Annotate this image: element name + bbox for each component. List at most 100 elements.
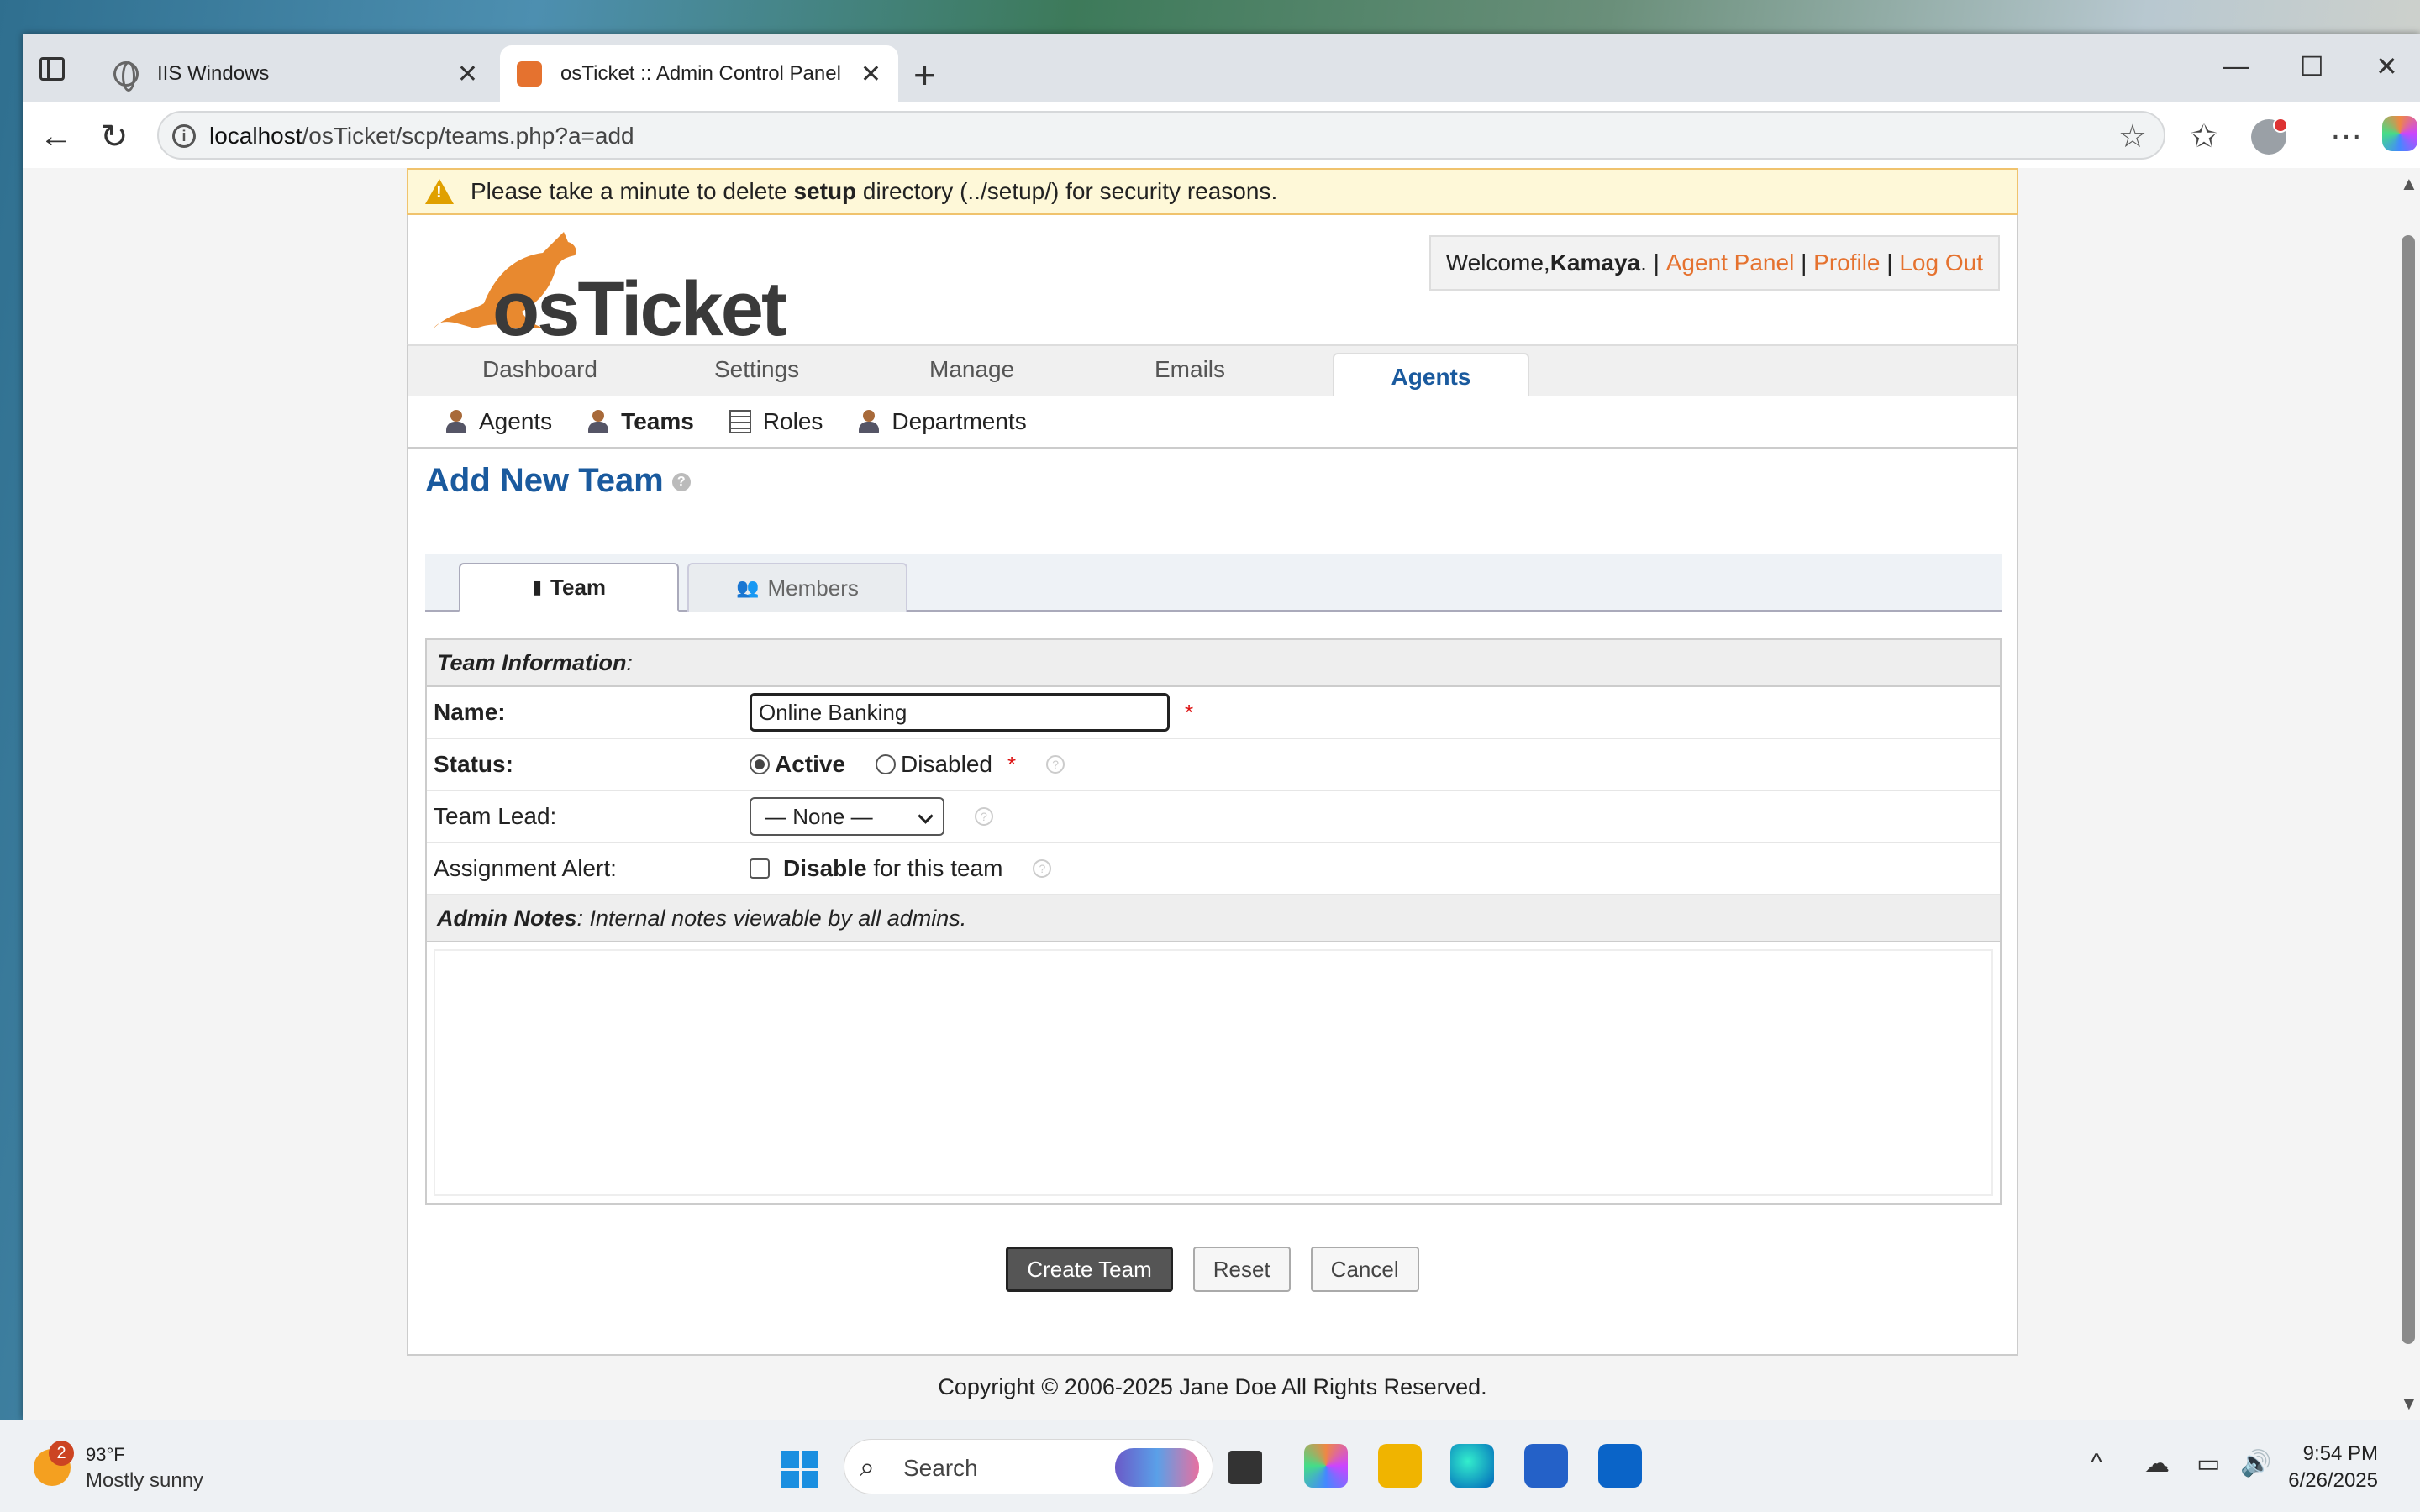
minimize-icon[interactable]: — [2223,50,2249,81]
status-label: Status: [434,751,513,777]
create-team-button[interactable]: Create Team [1006,1247,1173,1292]
status-disabled-radio[interactable] [876,754,897,774]
tab-team-label: Team [550,574,607,600]
scroll-up-icon[interactable]: ▲ [2400,173,2418,195]
search-label: Search [903,1455,978,1481]
back-arrow-icon[interactable]: ← [39,118,73,155]
team-lead-select[interactable]: — None — [750,797,944,836]
main-content: Add New Team? ▮ Team 👥 Members Team Inform… [407,449,2018,1356]
tab-team[interactable]: ▮ Team [459,563,679,612]
users-icon: 👥 [736,577,760,598]
assignment-alert-row: Assignment Alert: Disable for this team … [427,843,2000,895]
browser-tab-osticket[interactable]: osTicket :: Admin Control Panel ✕ [500,45,898,102]
profile-link[interactable]: Profile [1813,249,1880,276]
info-icon[interactable]: i [172,124,196,148]
name-field-wrap: * [750,693,1193,732]
task-view-icon[interactable] [1228,1451,1262,1484]
browser-tab-iis[interactable]: IIS Windows ✕ [97,45,495,102]
edge-browser-icon[interactable] [1450,1444,1494,1488]
outlook-icon[interactable] [1598,1444,1642,1488]
file-explorer-icon[interactable] [1378,1444,1422,1488]
page-scrollbar[interactable]: ▲ ▼ [2395,168,2420,1420]
volume-icon[interactable]: 🔊 [2240,1449,2271,1478]
team-lead-field-wrap: — None — ? [750,797,993,836]
notes-desc: : Internal notes viewable by all admins. [576,905,967,931]
tab-agents[interactable]: Agents [1333,353,1529,398]
warning-icon [425,179,454,204]
close-tab-icon[interactable]: ✕ [860,60,881,89]
scroll-down-icon[interactable]: ▼ [2400,1393,2418,1415]
tab-dashboard[interactable]: Dashboard [482,356,597,383]
page-footer: Copyright © 2006-2025 Jane Doe All Right… [938,1374,1487,1399]
network-icon[interactable]: ▭ [2196,1449,2220,1478]
tab-actions-icon[interactable] [39,57,65,81]
subnav-departments[interactable]: Departments [858,408,1027,435]
osticket-favicon-icon [517,61,542,87]
url-host: localhost [209,123,302,149]
new-tab-button[interactable]: + [913,52,936,97]
maximize-icon[interactable]: ☐ [2300,50,2324,82]
profile-avatar[interactable] [2251,118,2288,155]
subnav-teams[interactable]: Teams [587,408,694,435]
team-lead-label: Team Lead: [434,803,557,829]
url-text: localhost/osTicket/scp/teams.php?a=add [209,123,634,150]
team-lead-help-icon[interactable]: ? [975,807,993,826]
roles-list-icon [729,410,751,433]
globe-icon [113,61,139,92]
cancel-button[interactable]: Cancel [1310,1247,1419,1292]
store-icon[interactable] [1524,1444,1568,1488]
team-form: Team Information: Name: * Status: Active [425,638,2002,1205]
name-input[interactable] [750,693,1170,732]
reload-icon[interactable]: ↻ [100,118,129,156]
admin-notes-wrap [427,942,2000,1203]
close-window-icon[interactable]: ✕ [2375,50,2398,82]
tab-members[interactable]: 👥 Members [687,563,908,612]
osticket-page: Please take a minute to delete setup dir… [407,168,2018,1400]
page-header: osTicket Welcome, Kamaya. | Agent Panel … [407,215,2018,352]
team-info-header: Team Information: [427,640,2000,687]
close-tab-icon[interactable]: ✕ [457,60,478,89]
disable-alert-checkbox[interactable] [750,858,770,879]
tab-emails[interactable]: Emails [1155,356,1225,383]
status-help-icon[interactable]: ? [1046,755,1065,774]
link-sep: | [1880,249,1900,276]
osticket-logo[interactable]: osTicket [425,223,787,352]
tab-manage[interactable]: Manage [929,356,1014,383]
agent-panel-link[interactable]: Agent Panel [1666,249,1795,276]
team-lead-row: Team Lead: — None — ? [427,791,2000,843]
name-label: Name: [434,699,506,725]
tray-chevron-icon[interactable]: ^ [2091,1449,2102,1478]
copilot-icon[interactable] [2382,116,2417,151]
search-icon: ⌕ [860,1452,875,1482]
subnav-roles[interactable]: Roles [729,408,823,435]
address-bar[interactable]: i localhost/osTicket/scp/teams.php?a=add… [157,111,2165,160]
taskbar-search[interactable]: ⌕ Search [844,1439,1213,1494]
subnav-agents[interactable]: Agents [445,408,552,435]
windows-start-icon[interactable] [781,1451,818,1488]
assignment-alert-help-icon[interactable]: ? [1033,859,1052,878]
onedrive-icon[interactable]: ☁ [2144,1449,2170,1478]
status-active-radio[interactable] [750,754,770,774]
team-icon [587,410,609,433]
browser-toolbar: ← ↻ i localhost/osTicket/scp/teams.php?a… [23,102,2420,168]
welcome-box: Welcome, Kamaya. | Agent Panel | Profile… [1428,235,2000,291]
reset-button[interactable]: Reset [1192,1247,1291,1292]
browser-window: IIS Windows ✕ osTicket :: Admin Control … [23,34,2420,1420]
warning-suffix: directory (../setup/) for security reaso… [856,178,1278,204]
weather-temp: 93°F [86,1444,125,1465]
main-nav: Dashboard Settings Manage Emails Agents [407,344,2018,398]
notes-title: Admin Notes [437,905,577,931]
subnav-label: Roles [762,408,823,434]
favorites-icon[interactable]: ✩ [2191,118,2217,155]
scroll-thumb[interactable] [2402,235,2415,1344]
required-marker: * [1185,699,1194,725]
log-out-link[interactable]: Log Out [1899,249,1983,276]
copilot-app-icon[interactable] [1304,1444,1348,1488]
more-menu-icon[interactable]: ⋯ [2330,118,2362,155]
favorite-star-icon[interactable]: ☆ [2118,118,2147,155]
tab-settings[interactable]: Settings [714,356,799,383]
page-title: Add New Team? [425,462,691,500]
admin-notes-textarea[interactable] [434,949,1993,1196]
help-icon[interactable]: ? [671,473,691,492]
system-clock[interactable]: 9:54 PM 6/26/2025 [2288,1441,2378,1494]
